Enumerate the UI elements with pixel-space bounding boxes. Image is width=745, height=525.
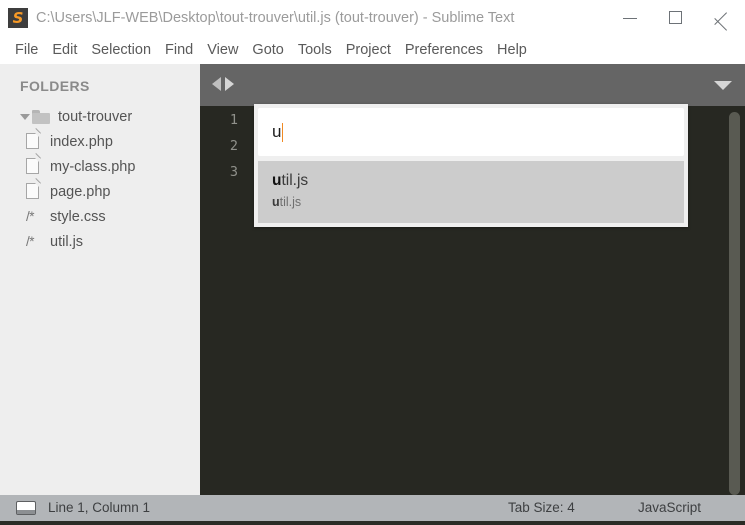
menu-item-help[interactable]: Help [490, 36, 534, 64]
tree-item-file-page-php[interactable]: page.php [0, 178, 200, 204]
minimize-button[interactable] [607, 0, 653, 36]
menu-item-edit[interactable]: Edit [45, 36, 84, 64]
scrollbar-thumb[interactable] [729, 112, 740, 495]
goto-result-secondary-match: u [272, 195, 280, 209]
goto-results-list: util.js util.js [258, 161, 684, 223]
folder-icon [32, 109, 50, 124]
file-code-icon: /* [26, 234, 35, 249]
menu-item-view[interactable]: View [200, 36, 245, 64]
tree-item-file-index-php[interactable]: index.php [0, 128, 200, 154]
logo-glyph: S [12, 9, 24, 27]
goto-input-value: u [272, 122, 282, 141]
menu-item-selection[interactable]: Selection [84, 36, 158, 64]
menu-item-tools[interactable]: Tools [291, 36, 339, 64]
maximize-button[interactable] [653, 0, 699, 36]
line-number: 3 [229, 164, 238, 180]
maximize-icon [669, 11, 682, 24]
minimize-icon [623, 18, 637, 19]
status-tab-size[interactable]: Tab Size: 4 [508, 495, 575, 521]
folder-tree: tout-trouver index.php my-class.php page… [0, 104, 200, 254]
file-label: util.js [50, 233, 84, 250]
file-page-icon [26, 128, 41, 150]
menu-item-goto[interactable]: Goto [245, 36, 290, 64]
sublime-text-logo-icon: S [8, 8, 28, 28]
status-bar: Line 1, Column 1 Tab Size: 4 JavaScript [0, 495, 745, 521]
application-window: S C:\Users\JLF-WEB\Desktop\tout-trouver\… [0, 0, 745, 521]
goto-result-primary: util.js [272, 171, 684, 191]
menu-item-find[interactable]: Find [158, 36, 200, 64]
goto-search-input[interactable]: u [258, 108, 684, 156]
status-cursor-position: Line 1, Column 1 [48, 500, 151, 515]
tab-nav-arrows [212, 77, 234, 91]
sidebar-header-folders: FOLDERS [20, 78, 90, 94]
goto-result-rest: til.js [281, 172, 309, 189]
editor-vertical-scrollbar[interactable] [724, 106, 745, 495]
file-label: my-class.php [50, 158, 136, 175]
nav-forward-icon[interactable] [225, 77, 234, 91]
tree-item-file-style-css[interactable]: /* style.css [0, 204, 200, 229]
close-button[interactable] [699, 0, 745, 36]
tree-item-file-util-js[interactable]: /* util.js [0, 229, 200, 254]
goto-anything-panel: u util.js util.js [254, 104, 688, 227]
window-title: C:\Users\JLF-WEB\Desktop\tout-trouver\ut… [36, 10, 515, 26]
tab-bar [200, 64, 745, 106]
file-page-icon [26, 153, 41, 175]
console-icon[interactable] [16, 501, 36, 515]
file-label: style.css [50, 208, 106, 225]
sublime-text-window: S C:\Users\JLF-WEB\Desktop\tout-trouver\… [0, 0, 745, 525]
chevron-down-icon[interactable] [714, 81, 732, 90]
goto-result-secondary-rest: til.js [279, 195, 302, 209]
status-syntax-mode[interactable]: JavaScript [638, 495, 701, 521]
title-bar: S C:\Users\JLF-WEB\Desktop\tout-trouver\… [0, 0, 745, 36]
menu-item-file[interactable]: File [8, 36, 45, 64]
text-cursor [282, 122, 284, 142]
file-label: index.php [50, 133, 113, 150]
file-page-icon [26, 178, 41, 200]
tree-item-folder-tout-trouver[interactable]: tout-trouver [0, 104, 200, 129]
goto-result-item[interactable]: util.js util.js [258, 161, 684, 223]
window-controls [607, 0, 745, 36]
line-number-gutter: 1 2 3 [200, 106, 246, 495]
folder-label: tout-trouver [58, 108, 133, 125]
chevron-down-icon[interactable] [18, 104, 32, 129]
menu-bar: File Edit Selection Find View Goto Tools… [0, 36, 745, 64]
line-number: 2 [229, 138, 238, 154]
line-number: 1 [229, 112, 238, 128]
nav-back-icon[interactable] [212, 77, 221, 91]
file-label: page.php [50, 183, 111, 200]
file-code-icon: /* [26, 209, 35, 224]
menu-item-preferences[interactable]: Preferences [398, 36, 490, 64]
tree-item-file-my-class-php[interactable]: my-class.php [0, 153, 200, 179]
sidebar: FOLDERS tout-trouver index.php my-class.… [0, 64, 200, 495]
goto-result-secondary: util.js [272, 193, 684, 211]
close-icon [715, 11, 729, 25]
menu-item-project[interactable]: Project [339, 36, 398, 64]
